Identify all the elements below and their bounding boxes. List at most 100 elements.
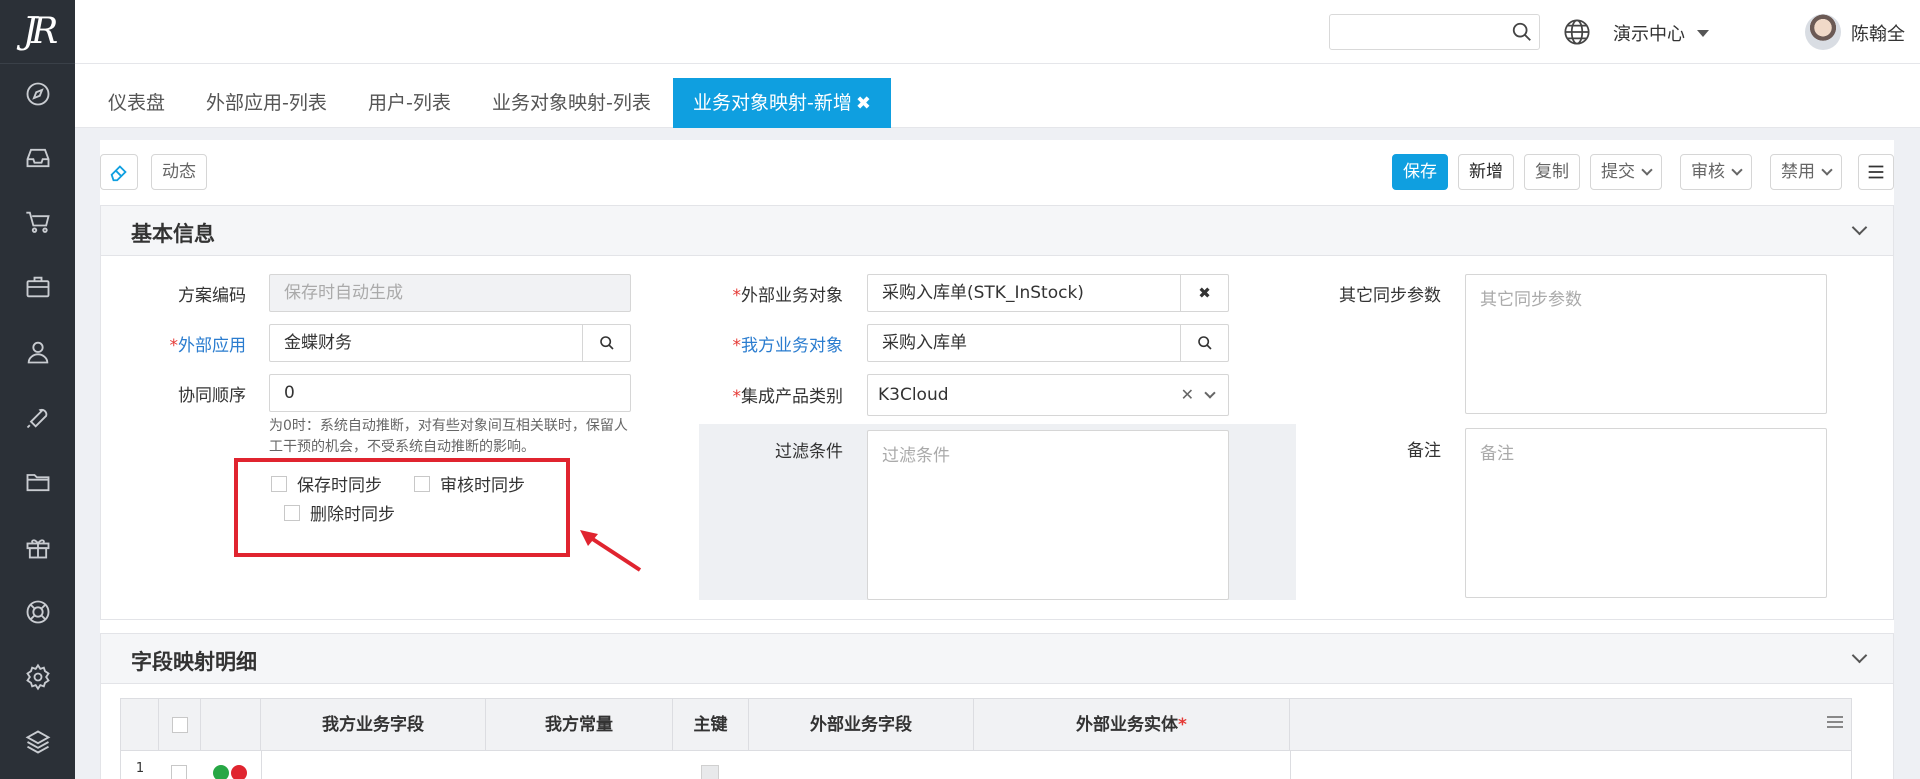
wrench-icon[interactable] xyxy=(0,397,75,437)
search-icon[interactable] xyxy=(1511,21,1533,43)
sync-order-label: 协同顺序 xyxy=(178,386,246,406)
search-input[interactable] xyxy=(1330,15,1500,49)
top-header: 演示中心 陈翰全 xyxy=(75,0,1920,64)
app-logo[interactable]: JR xyxy=(0,0,75,64)
col-divider xyxy=(261,751,262,779)
mapping-grid: 我方业务字段 我方常量 主键 外部业务字段 外部业务实体* 1 xyxy=(120,698,1852,779)
add-row-icon[interactable] xyxy=(213,765,229,779)
grid-col-my-field[interactable]: 我方业务字段 xyxy=(261,699,486,751)
external-app-field[interactable]: 金蝶财务 xyxy=(269,324,631,362)
chevron-down-icon[interactable] xyxy=(1851,647,1868,664)
gift-icon[interactable] xyxy=(0,527,75,567)
filter-label: 过滤条件 xyxy=(775,442,843,462)
lifebuoy-icon[interactable] xyxy=(0,592,75,632)
audit-dropdown[interactable]: 审核 xyxy=(1680,154,1752,190)
sync-on-audit-checkbox[interactable]: 审核时同步 xyxy=(414,471,525,496)
add-button[interactable]: 新增 xyxy=(1458,154,1514,190)
product-type-label: *集成产品类别 xyxy=(732,387,844,407)
cart-icon[interactable] xyxy=(0,202,75,242)
tab-object-mapping-list[interactable]: 业务对象映射-列表 xyxy=(492,78,651,128)
briefcase-icon[interactable] xyxy=(0,267,75,307)
column-menu-icon[interactable] xyxy=(1827,713,1843,733)
search-icon xyxy=(599,336,614,350)
annotation-arrow-icon xyxy=(580,530,642,572)
sync-order-hint: 为0时：系统自动推断，对有些对象间互相关联时，保留人工干预的机会，不受系统自动推… xyxy=(269,418,628,455)
remove-row-icon[interactable] xyxy=(231,765,247,779)
sync-on-delete-checkbox[interactable]: 删除时同步 xyxy=(284,500,395,525)
product-type-select[interactable]: K3Cloud ✕ xyxy=(867,374,1229,416)
col-divider xyxy=(1290,751,1291,779)
caret-down-icon xyxy=(1697,29,1709,37)
my-object-field[interactable]: 采购入库单 xyxy=(867,324,1229,362)
save-button[interactable]: 保存 xyxy=(1392,154,1448,190)
external-object-label: *外部业务对象 xyxy=(732,286,844,306)
primary-key-checkbox[interactable] xyxy=(701,765,719,779)
checkbox-box[interactable] xyxy=(414,475,430,492)
sidebar: JR xyxy=(0,0,75,779)
gear-icon[interactable] xyxy=(0,657,75,697)
basic-info-header[interactable]: 基本信息 xyxy=(101,206,1893,256)
inbox-icon[interactable] xyxy=(0,138,75,178)
grid-col-rowno xyxy=(121,699,159,751)
section-title: 基本信息 xyxy=(131,222,215,246)
external-object-field[interactable]: 采购入库单(STK_InStock) ✖ xyxy=(867,274,1229,312)
chevron-down-icon xyxy=(1641,164,1653,176)
demo-center-dropdown[interactable]: 演示中心 xyxy=(1613,20,1709,46)
eraser-button[interactable] xyxy=(100,154,138,190)
row-number: 1 xyxy=(135,761,145,776)
grid-col-external-field[interactable]: 外部业务字段 xyxy=(749,699,974,751)
checkbox-box[interactable] xyxy=(284,504,300,521)
other-params-label: 其它同步参数 xyxy=(1339,286,1441,306)
menu-button[interactable] xyxy=(1858,154,1894,190)
checkbox-box[interactable] xyxy=(271,475,287,492)
dynamic-button[interactable]: 动态 xyxy=(151,154,207,190)
avatar[interactable] xyxy=(1805,14,1841,50)
remark-textarea[interactable]: 备注 xyxy=(1465,428,1827,598)
my-object-lookup[interactable] xyxy=(1180,325,1228,361)
grid-header: 我方业务字段 我方常量 主键 外部业务字段 外部业务实体* xyxy=(121,699,1851,751)
chevron-down-icon xyxy=(1204,387,1216,399)
select-all-checkbox[interactable] xyxy=(171,717,188,733)
filter-textarea[interactable]: 过滤条件 xyxy=(867,430,1229,600)
user-name[interactable]: 陈翰全 xyxy=(1851,20,1905,46)
grid-col-select xyxy=(159,699,201,751)
grid-col-primary-key[interactable]: 主键 xyxy=(673,699,749,751)
my-object-label: *我方业务对象 xyxy=(732,336,844,356)
tab-external-app-list[interactable]: 外部应用-列表 xyxy=(206,78,327,128)
field-mapping-header[interactable]: 字段映射明细 xyxy=(101,634,1893,684)
copy-button[interactable]: 复制 xyxy=(1524,154,1580,190)
compass-icon[interactable] xyxy=(0,74,75,114)
chevron-down-icon xyxy=(1731,164,1743,176)
scheme-code-label: 方案编码 xyxy=(178,286,246,306)
sync-on-save-checkbox[interactable]: 保存时同步 xyxy=(271,471,382,496)
tab-user-list[interactable]: 用户-列表 xyxy=(368,78,451,128)
globe-icon[interactable] xyxy=(1563,18,1591,46)
hamburger-icon xyxy=(1868,165,1884,179)
other-params-textarea[interactable]: 其它同步参数 xyxy=(1465,274,1827,414)
grid-col-my-constant[interactable]: 我方常量 xyxy=(486,699,673,751)
disable-dropdown[interactable]: 禁用 xyxy=(1770,154,1842,190)
global-search xyxy=(1329,14,1540,50)
submit-dropdown[interactable]: 提交 xyxy=(1590,154,1662,190)
tab-dashboard[interactable]: 仪表盘 xyxy=(108,78,165,128)
eraser-icon xyxy=(110,165,127,182)
scheme-code-field: 保存时自动生成 xyxy=(269,274,631,312)
clear-icon[interactable]: ✕ xyxy=(1181,375,1194,415)
clear-external-object[interactable]: ✖ xyxy=(1180,275,1228,311)
section-title: 字段映射明细 xyxy=(131,650,257,674)
folder-icon[interactable] xyxy=(0,462,75,502)
user-icon[interactable] xyxy=(0,332,75,372)
chevron-down-icon[interactable] xyxy=(1851,219,1868,236)
toolbar: 动态 保存 新增 复制 提交 审核 禁用 xyxy=(100,140,1894,200)
search-icon xyxy=(1197,336,1212,350)
table-row[interactable]: 1 xyxy=(121,751,1851,779)
sync-order-input[interactable]: 0 xyxy=(269,374,631,412)
layers-icon[interactable] xyxy=(0,722,75,762)
tab-object-mapping-new[interactable]: 业务对象映射-新增 ✖ xyxy=(673,78,891,128)
grid-col-actions xyxy=(201,699,261,751)
remark-label: 备注 xyxy=(1407,441,1441,461)
grid-col-external-entity[interactable]: 外部业务实体* xyxy=(974,699,1290,751)
row-checkbox[interactable] xyxy=(171,765,187,779)
close-tab-icon[interactable]: ✖ xyxy=(856,93,871,114)
external-app-lookup[interactable] xyxy=(582,325,630,361)
